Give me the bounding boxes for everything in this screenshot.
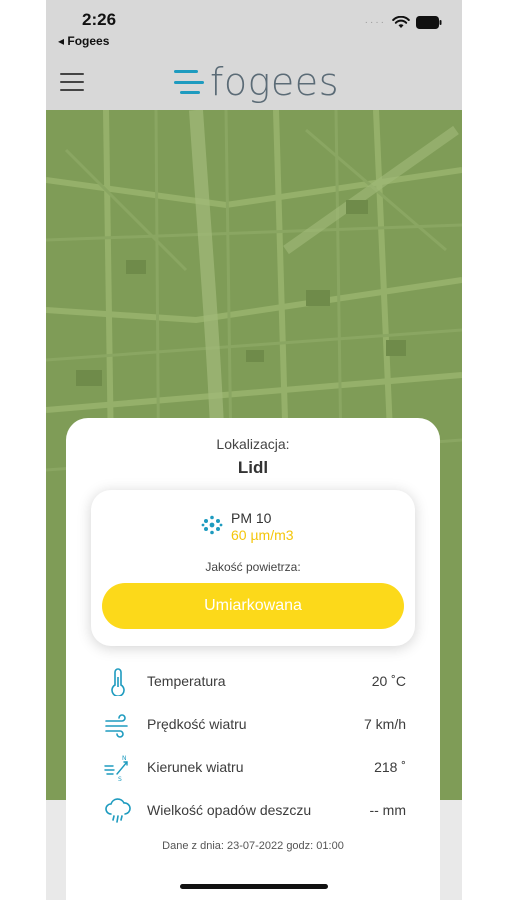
cellular-signal-icon: ····	[364, 17, 386, 28]
pollutant-row: PM 10 60 µm/m3	[201, 510, 294, 544]
battery-icon	[416, 16, 442, 29]
metric-row-wind-speed: Prędkość wiatru 7 km/h	[66, 705, 440, 748]
app-header: fogees	[46, 60, 462, 110]
metric-value: 20 ˚C	[371, 673, 406, 689]
location-name: Lidl	[237, 458, 269, 477]
pollutant-name: PM 10	[231, 510, 272, 526]
phone-screen: 2:26 ◂ Fogees ···· fogees Lokalizacja: L…	[46, 0, 462, 900]
svg-text:N: N	[122, 755, 127, 762]
wind-direction-icon: N S	[104, 754, 132, 783]
air-quality-label: Jakość powietrza:	[205, 560, 301, 574]
metric-row-wind-direction: N S Kierunek wiatru 218 ˚	[66, 748, 440, 791]
svg-text:S: S	[118, 776, 122, 782]
logo-text: fogees	[210, 60, 339, 104]
rain-cloud-icon	[104, 797, 132, 825]
fogees-logo: fogees	[174, 60, 339, 104]
metric-value: 218 ˚	[374, 759, 406, 775]
metric-label: Kierunek wiatru	[147, 759, 244, 775]
station-details-sheet: Lokalizacja: Lidl PM 10 60 µm/m3 Jakość …	[66, 418, 440, 900]
air-quality-status-button[interactable]: Umiarkowana	[102, 583, 404, 629]
metric-label: Temperatura	[147, 673, 226, 689]
metric-value: -- mm	[369, 802, 406, 818]
air-quality-card: PM 10 60 µm/m3 Jakość powietrza: Umiarko…	[91, 490, 415, 646]
thermometer-icon	[104, 668, 132, 697]
metric-value: 7 km/h	[363, 716, 406, 732]
status-time: 2:26	[82, 10, 117, 29]
back-to-app-link[interactable]: ◂ Fogees	[58, 34, 109, 48]
home-indicator[interactable]	[180, 884, 328, 889]
weather-metrics-list: Temperatura 20 ˚C Prędkość wiatru 7 km/h	[66, 662, 440, 834]
status-icons: ····	[365, 16, 442, 29]
data-timestamp: Dane z dnia: 23-07-2022 godz: 01:00	[162, 840, 344, 852]
pollutant-value: 60 µm/m3	[231, 527, 294, 543]
fog-lines-icon	[174, 70, 204, 94]
hamburger-menu-icon[interactable]	[60, 73, 84, 91]
metric-row-rainfall: Wielkość opadów deszczu -- mm	[66, 791, 440, 834]
wind-icon	[104, 711, 132, 739]
particles-icon	[201, 514, 223, 541]
wifi-icon	[392, 16, 410, 29]
metric-label: Wielkość opadów deszczu	[147, 802, 312, 818]
metric-label: Prędkość wiatru	[147, 716, 247, 732]
metric-row-temperature: Temperatura 20 ˚C	[66, 662, 440, 705]
location-label: Lokalizacja:	[216, 436, 290, 452]
status-bar: 2:26 ◂ Fogees ····	[46, 0, 462, 60]
